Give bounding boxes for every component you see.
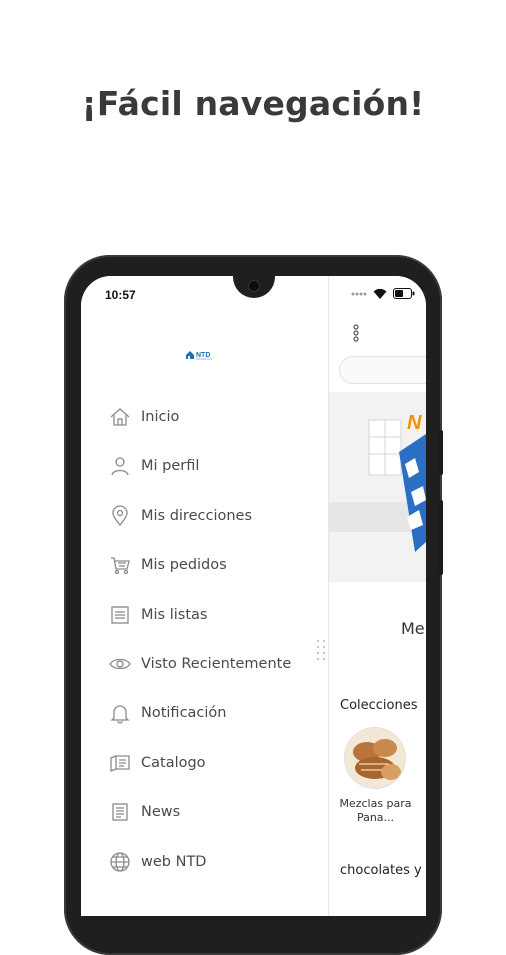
navigation-drawer: 10:57 NTD Inicio Mi perfil Mis direccion… [81,276,329,916]
home-icon [108,405,132,429]
globe-icon [108,850,132,874]
location-pin-icon [108,504,132,528]
menu-item-notificacion[interactable]: Notificación [108,699,318,727]
catalog-icon [108,751,132,775]
menu-label: Mis listas [141,607,208,623]
menu-label: Mis pedidos [141,557,227,573]
collections-title: Colecciones [340,698,418,713]
menu-label: Mi perfil [141,458,200,474]
wifi-icon [373,288,387,299]
search-bar[interactable] [339,356,426,384]
menu-item-news[interactable]: News [108,798,318,826]
svg-text:NTD: NTD [196,352,210,359]
news-icon [108,800,132,824]
menu-label: Visto Recientemente [141,656,292,672]
list-icon [108,603,132,627]
collection-thumbnail[interactable] [345,728,405,788]
menu-label: web NTD [141,854,207,870]
menu-label: Catalogo [141,755,206,771]
battery-icon [393,288,415,299]
menu-item-mi-perfil[interactable]: Mi perfil [108,452,318,480]
next-section-title: chocolates y [340,863,422,878]
menu-item-mis-pedidos[interactable]: Mis pedidos [108,551,318,579]
more-options-icon[interactable] [353,324,359,342]
phone-volume-button [439,500,443,575]
drawer-drag-handle[interactable] [316,638,326,661]
menu-item-inicio[interactable]: Inicio [108,403,318,431]
page-headline: ¡Fácil navegación! [81,84,425,123]
main-content-peek: N Me Colecciones Mezclas para Pana... ch… [329,276,426,916]
menu-item-catalogo[interactable]: Catalogo [108,749,318,777]
front-camera [249,281,259,291]
cart-icon [108,553,132,577]
menu-label: Inicio [141,409,180,425]
bell-icon [108,701,132,725]
collection-card-label[interactable]: Mezclas para Pana... [329,797,422,825]
menu-label: Notificación [141,705,227,721]
signal-dots-icon [351,292,367,295]
promo-banner[interactable]: N [329,392,426,582]
eye-icon [108,652,132,676]
brand-logo: NTD [184,346,214,360]
menu-label: News [141,804,181,820]
phone-screen: 10:57 NTD Inicio Mi perfil Mis direccion… [81,276,426,916]
user-icon [108,454,132,478]
menu-label: Mis direcciones [141,508,253,524]
menu-item-web-ntd[interactable]: web NTD [108,848,318,876]
section-title: Me [401,619,425,638]
menu-item-visto-recientemente[interactable]: Visto Recientemente [108,650,318,678]
banner-brand-text: N [407,412,422,434]
phone-power-button [439,430,443,475]
menu-item-mis-listas[interactable]: Mis listas [108,601,318,629]
status-time: 10:57 [105,288,136,302]
menu-item-mis-direcciones[interactable]: Mis direcciones [108,502,318,530]
status-icons [351,288,415,299]
